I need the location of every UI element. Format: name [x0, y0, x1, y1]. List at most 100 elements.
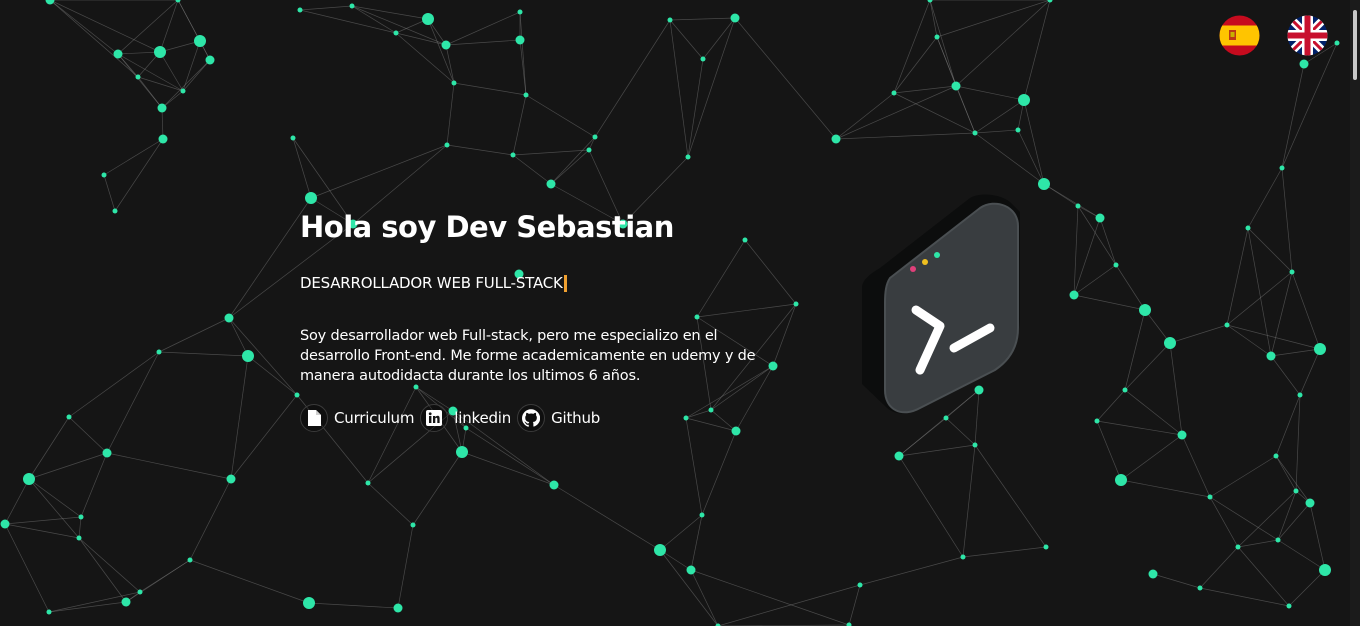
network-node	[699, 512, 705, 518]
network-node	[23, 473, 35, 485]
network-node	[831, 134, 841, 144]
network-node	[156, 349, 162, 355]
terminal-icon	[862, 194, 1020, 414]
network-node	[1297, 392, 1303, 398]
hero-bio: Soy desarrollador web Full-stack, pero m…	[300, 328, 756, 384]
network-node	[1279, 165, 1285, 171]
network-node	[857, 582, 863, 588]
network-node	[686, 565, 696, 575]
scrollbar-thumb[interactable]	[1353, 10, 1357, 80]
network-node	[1069, 290, 1079, 300]
network-node	[1224, 322, 1230, 328]
hero-role-line: DESARROLLADOR WEB FULL-STACK	[300, 274, 800, 292]
network-node	[1015, 127, 1021, 133]
network-node	[700, 56, 706, 62]
network-node	[422, 13, 434, 25]
hero-section: Hola soy Dev Sebastian DESARROLLADOR WEB…	[300, 210, 800, 432]
network-node	[972, 442, 978, 448]
network-node	[1148, 569, 1158, 579]
network-node	[226, 474, 236, 484]
network-node	[393, 30, 399, 36]
network-node	[76, 535, 82, 541]
network-node	[1122, 387, 1128, 393]
network-node	[1164, 337, 1176, 349]
network-node	[1197, 585, 1203, 591]
network-node	[1305, 498, 1315, 508]
terminal-illustration	[850, 188, 1040, 418]
network-node	[1273, 453, 1279, 459]
network-node	[1334, 40, 1340, 46]
network-node	[1113, 262, 1119, 268]
network-node	[135, 74, 141, 80]
social-links: Curriculum linkedin Github	[300, 404, 800, 432]
hero-title: Hola soy Dev Sebastian	[300, 210, 674, 244]
network-node	[154, 46, 166, 58]
network-node	[175, 0, 181, 3]
network-node	[1094, 418, 1100, 424]
file-icon	[300, 404, 328, 432]
network-node	[305, 192, 317, 204]
network-node	[294, 392, 300, 398]
network-node	[45, 0, 55, 5]
network-node	[0, 519, 10, 529]
network-node	[113, 49, 123, 59]
network-node	[592, 134, 598, 140]
network-node	[517, 9, 523, 15]
network-node	[112, 208, 118, 214]
network-node	[523, 92, 529, 98]
linkedin-icon	[420, 404, 449, 432]
network-node	[891, 90, 897, 96]
network-node	[157, 103, 167, 113]
network-node	[1299, 59, 1309, 69]
network-node	[194, 35, 206, 47]
network-node	[510, 152, 516, 158]
network-node	[1289, 269, 1295, 275]
github-link[interactable]: Github	[517, 404, 600, 432]
network-node	[515, 35, 525, 45]
network-node	[586, 147, 592, 153]
linkedin-link[interactable]: linkedin	[420, 404, 511, 432]
network-node	[730, 13, 740, 23]
network-node	[549, 480, 559, 490]
network-node	[410, 522, 416, 528]
network-node	[102, 448, 112, 458]
network-node	[224, 313, 234, 323]
network-node	[1018, 94, 1030, 106]
spain-flag-icon	[1219, 15, 1260, 56]
network-node	[1319, 564, 1331, 576]
network-node	[654, 544, 666, 556]
network-node	[137, 589, 143, 595]
network-node	[685, 154, 691, 160]
network-node	[66, 414, 72, 420]
network-node	[1293, 488, 1299, 494]
network-node	[205, 55, 215, 65]
network-node	[121, 597, 131, 607]
network-node	[894, 451, 904, 461]
network-node	[242, 350, 254, 362]
network-node	[846, 622, 852, 626]
network-node	[1314, 343, 1326, 355]
network-node	[290, 135, 296, 141]
language-es-button[interactable]	[1219, 15, 1260, 56]
scrollbar[interactable]	[1350, 0, 1360, 626]
uk-flag-icon	[1287, 15, 1328, 56]
hero-role: DESARROLLADOR WEB FULL-STACK	[300, 274, 563, 292]
network-node	[927, 0, 933, 3]
network-node	[1266, 351, 1276, 361]
linkedin-label: linkedin	[454, 409, 512, 427]
network-node	[1177, 430, 1187, 440]
network-node	[1115, 474, 1127, 486]
network-node	[441, 40, 451, 50]
network-node	[934, 34, 940, 40]
network-node	[1245, 225, 1251, 231]
network-node	[180, 88, 186, 94]
curriculum-link[interactable]: Curriculum	[300, 404, 414, 432]
language-en-button[interactable]	[1287, 15, 1328, 56]
network-node	[349, 3, 355, 9]
network-node	[972, 130, 978, 136]
curriculum-label: Curriculum	[334, 409, 415, 427]
network-node	[1047, 0, 1053, 3]
typing-cursor	[563, 274, 567, 292]
network-node	[1207, 494, 1213, 500]
network-node	[187, 557, 193, 563]
